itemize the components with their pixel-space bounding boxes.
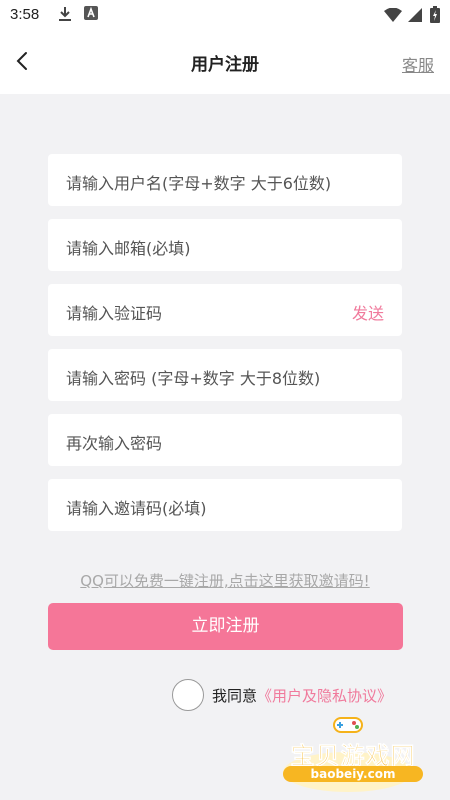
- page-title: 用户注册: [191, 55, 259, 75]
- status-bar: 3:58: [0, 0, 450, 30]
- verification-code-field[interactable]: 请输入验证码 发送: [48, 284, 402, 336]
- app-notification-icon: [84, 6, 98, 20]
- invite-code-placeholder: 请输入邀请码(必填): [66, 499, 207, 518]
- email-field[interactable]: 请输入邮箱(必填): [48, 219, 402, 271]
- send-code-button[interactable]: 发送: [352, 300, 384, 324]
- agreement-row: 我同意 《用户及隐私协议》: [172, 678, 392, 712]
- agree-label: 我同意: [212, 686, 258, 705]
- password-placeholder: 请输入密码 (字母+数字 大于8位数): [66, 369, 321, 388]
- confirm-password-field[interactable]: 再次输入密码: [48, 414, 402, 466]
- confirm-password-placeholder: 再次输入密码: [66, 434, 163, 453]
- watermark-logo: 宝贝游戏网 baobeiy.com: [278, 712, 428, 800]
- password-field[interactable]: 请输入密码 (字母+数字 大于8位数): [48, 349, 402, 401]
- download-icon: [59, 7, 71, 21]
- customer-service-link[interactable]: 客服: [402, 52, 434, 76]
- status-time: 3:58: [10, 6, 40, 23]
- battery-icon: [430, 6, 440, 23]
- invite-code-field[interactable]: 请输入邀请码(必填): [48, 479, 402, 531]
- privacy-agreement-link[interactable]: 《用户及隐私协议》: [257, 685, 392, 706]
- watermark-url: baobeiy.com: [283, 766, 423, 782]
- wifi-icon: [384, 8, 402, 22]
- qq-register-link[interactable]: QQ可以免费一键注册,点击这里获取邀请码!: [0, 570, 450, 591]
- signal-icon: [408, 8, 422, 22]
- username-placeholder: 请输入用户名(字母+数字 大于6位数): [66, 174, 332, 193]
- app-header: 用户注册 客服: [0, 30, 450, 94]
- email-placeholder: 请输入邮箱(必填): [66, 239, 191, 258]
- code-placeholder: 请输入验证码: [66, 304, 163, 323]
- register-button[interactable]: 立即注册: [48, 603, 403, 650]
- agree-checkbox[interactable]: [172, 679, 204, 711]
- gamepad-icon: [333, 717, 363, 733]
- username-field[interactable]: 请输入用户名(字母+数字 大于6位数): [48, 154, 402, 206]
